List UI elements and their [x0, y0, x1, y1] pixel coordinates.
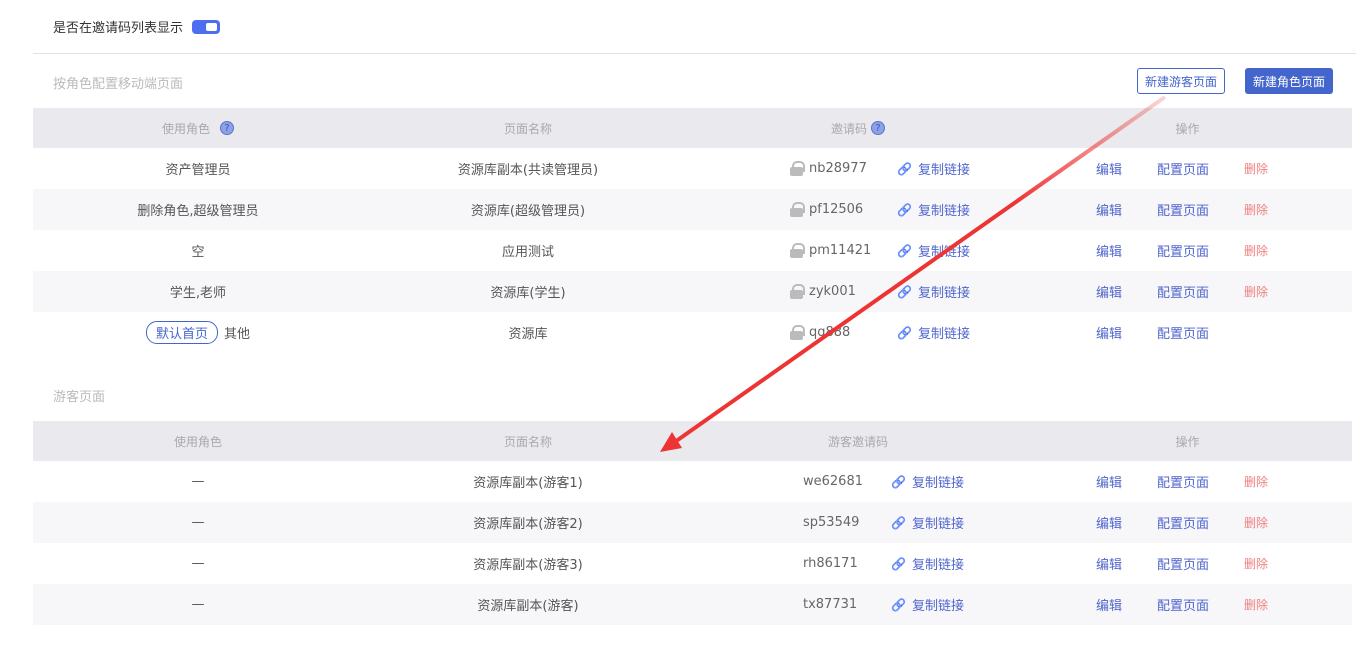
arrow-head	[660, 432, 682, 452]
arrow-line	[670, 95, 1167, 446]
annotation-arrow	[660, 95, 1167, 452]
